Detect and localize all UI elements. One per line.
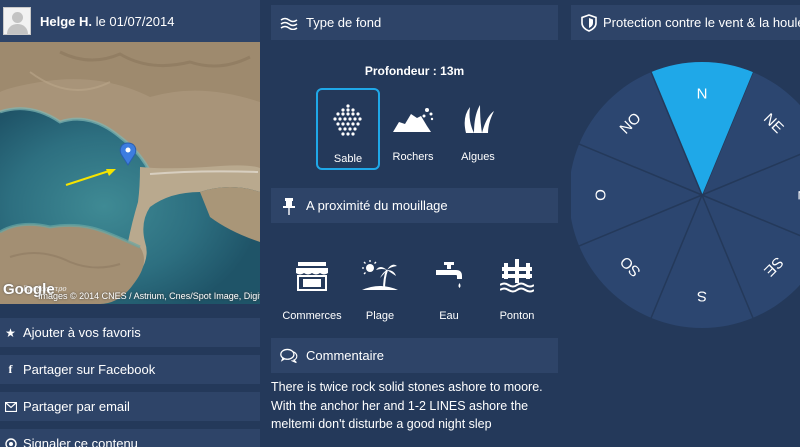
avatar[interactable] (3, 7, 31, 35)
map-credit: Images © 2014 CNES / Astrium, Cnes/Spot … (38, 291, 260, 301)
pin-icon (280, 197, 298, 215)
report-content-button[interactable]: Signaler ce contenu (0, 429, 260, 447)
comment-header: Commentaire (271, 338, 558, 373)
report-icon (4, 437, 17, 447)
comment-body: There is twice rock solid stones ashore … (271, 380, 543, 431)
share-facebook-label: Partager sur Facebook (23, 362, 156, 377)
seabed-title: Type de fond (306, 15, 382, 30)
water-label: Eau (439, 310, 459, 322)
pontoon-label: Ponton (499, 310, 535, 322)
add-favorite-label: Ajouter à vos favoris (23, 325, 141, 340)
sand-label: Sable (333, 153, 363, 165)
satellite-map[interactable]: Βροδοαστρο Google Images © 2014 CNES / A… (0, 42, 260, 304)
compass-svg: NNEESESSOONO (569, 62, 800, 328)
nearby-shops[interactable]: Commerces (274, 256, 350, 322)
rocks-label: Rochers (392, 151, 434, 163)
compass-label-o[interactable]: O (593, 189, 610, 201)
compass-label-e[interactable]: E (795, 190, 800, 200)
nearby-pontoon[interactable]: Ponton (479, 256, 555, 322)
map-image (0, 42, 260, 304)
shops-label: Commerces (282, 310, 342, 322)
nearby-header: A proximité du mouillage (271, 188, 558, 223)
depth-value: Profondeur : 13m (364, 64, 465, 78)
shield-icon (581, 13, 597, 32)
add-favorite-button[interactable]: ★ Ajouter à vos favoris (0, 318, 260, 347)
user-line: Helge H. le 01/07/2014 (40, 14, 174, 29)
waves-icon (280, 14, 298, 32)
rocks-icon (391, 97, 435, 141)
comment-title: Commentaire (306, 348, 385, 363)
compass-label-n[interactable]: N (697, 86, 708, 103)
speech-bubble-icon (280, 347, 298, 365)
nearby-beach[interactable]: Plage (342, 256, 418, 322)
nearby-water[interactable]: Eau (411, 256, 487, 322)
envelope-icon (4, 400, 17, 413)
user-header: Helge H. le 01/07/2014 (0, 0, 260, 42)
protection-header: Protection contre le vent & la houle (571, 5, 800, 40)
compass-label-s[interactable]: S (697, 288, 707, 305)
sand-icon (326, 99, 370, 143)
facebook-icon: f (8, 362, 13, 376)
share-email-button[interactable]: Partager par email (0, 392, 260, 421)
seabed-sand[interactable]: Sable (316, 88, 380, 170)
share-facebook-button[interactable]: f Partager sur Facebook (0, 355, 260, 384)
algae-icon (456, 97, 500, 141)
star-icon: ★ (5, 325, 16, 340)
seabed-algae[interactable]: Algues (446, 88, 510, 170)
shop-icon (292, 256, 332, 296)
faucet-icon (429, 256, 469, 296)
beach-label: Plage (365, 310, 395, 322)
post-date: le 01/07/2014 (95, 13, 175, 29)
nearby-title: A proximité du mouillage (306, 198, 448, 213)
seabed-header: Type de fond (271, 5, 558, 40)
seabed-rocks[interactable]: Rochers (381, 88, 445, 170)
pontoon-icon (497, 256, 537, 296)
user-name[interactable]: Helge H. (40, 14, 92, 29)
algae-label: Algues (461, 151, 495, 163)
beach-icon (360, 256, 400, 296)
report-content-label: Signaler ce contenu (23, 436, 138, 447)
protection-title: Protection contre le vent & la houle (603, 15, 800, 30)
wind-compass: NNEESESSOONO (569, 54, 800, 447)
share-email-label: Partager par email (23, 399, 130, 414)
